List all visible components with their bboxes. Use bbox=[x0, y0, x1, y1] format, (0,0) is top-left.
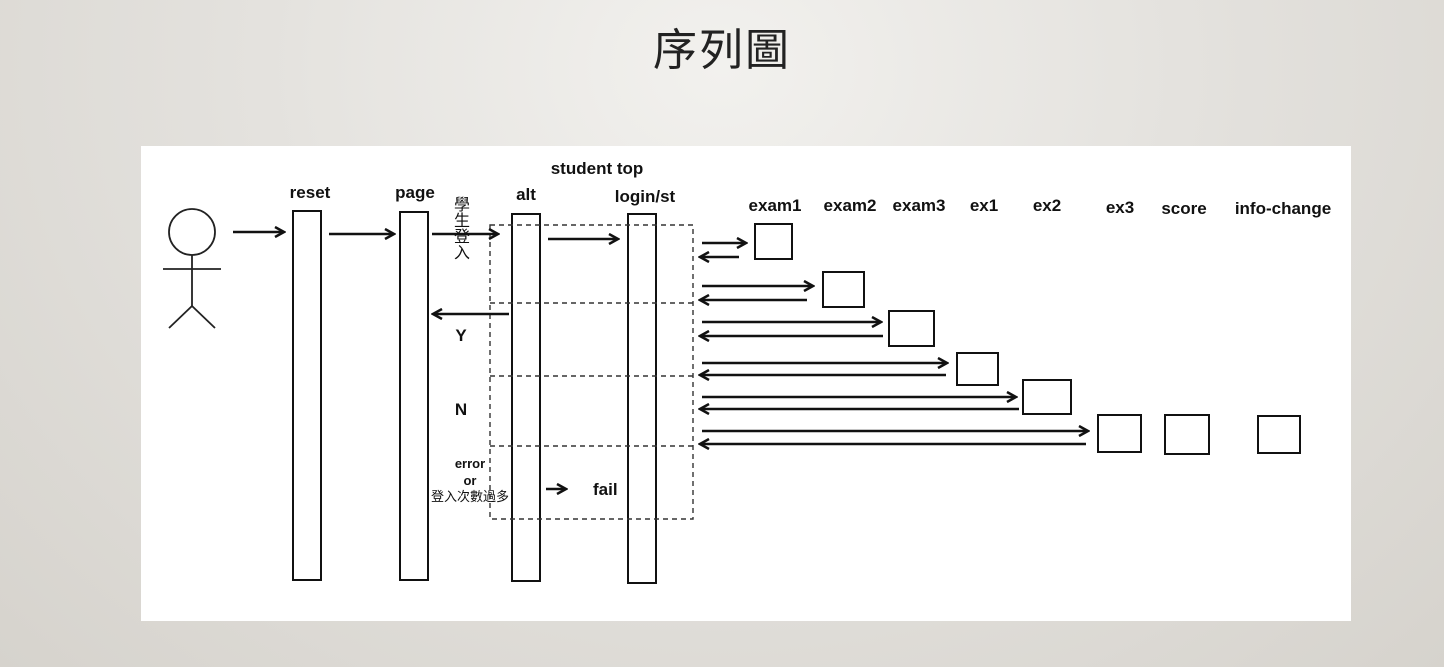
branch-yes-label: Y bbox=[455, 326, 467, 345]
box-info-change bbox=[1257, 415, 1301, 454]
label-page: page bbox=[395, 183, 435, 202]
actor-figure bbox=[163, 208, 221, 329]
lifeline-login-st bbox=[627, 213, 657, 584]
label-ex2: ex2 bbox=[1032, 196, 1062, 215]
diagram-header: student top bbox=[550, 159, 644, 178]
lifeline-alt bbox=[511, 213, 541, 582]
label-ex3: ex3 bbox=[1105, 198, 1135, 217]
label-alt: alt bbox=[516, 185, 536, 204]
box-exam2 bbox=[822, 271, 865, 308]
box-score bbox=[1164, 414, 1210, 455]
slide-title: 序列圖 bbox=[653, 25, 791, 76]
box-exam1 bbox=[754, 223, 793, 260]
label-login-st: login/st bbox=[614, 187, 676, 206]
error-note-line3: 登入次數過多 bbox=[430, 490, 510, 505]
exam-boxes bbox=[754, 223, 1301, 455]
label-reset: reset bbox=[289, 183, 331, 202]
error-note-line2: or bbox=[463, 473, 477, 488]
box-exam3 bbox=[888, 310, 935, 347]
sequence-diagram: student top reset page alt login/st exam… bbox=[141, 146, 1351, 621]
label-exam1: exam1 bbox=[748, 196, 802, 215]
error-note-line1: error bbox=[454, 456, 486, 471]
fail-label: fail bbox=[593, 480, 618, 499]
branch-no-label: N bbox=[454, 400, 468, 419]
lifeline-reset bbox=[292, 210, 322, 581]
box-ex1 bbox=[956, 352, 999, 386]
box-ex2 bbox=[1022, 379, 1072, 415]
lifeline-page bbox=[399, 211, 429, 581]
error-note: error or 登入次數過多 bbox=[431, 455, 509, 506]
label-ex1: ex1 bbox=[969, 196, 999, 215]
label-score: score bbox=[1161, 199, 1207, 218]
box-ex3 bbox=[1097, 414, 1142, 453]
label-exam3: exam3 bbox=[892, 196, 946, 215]
label-info-change: info-change bbox=[1234, 199, 1332, 218]
label-exam2: exam2 bbox=[823, 196, 877, 215]
login-message-text: 學生登入 bbox=[453, 195, 470, 262]
